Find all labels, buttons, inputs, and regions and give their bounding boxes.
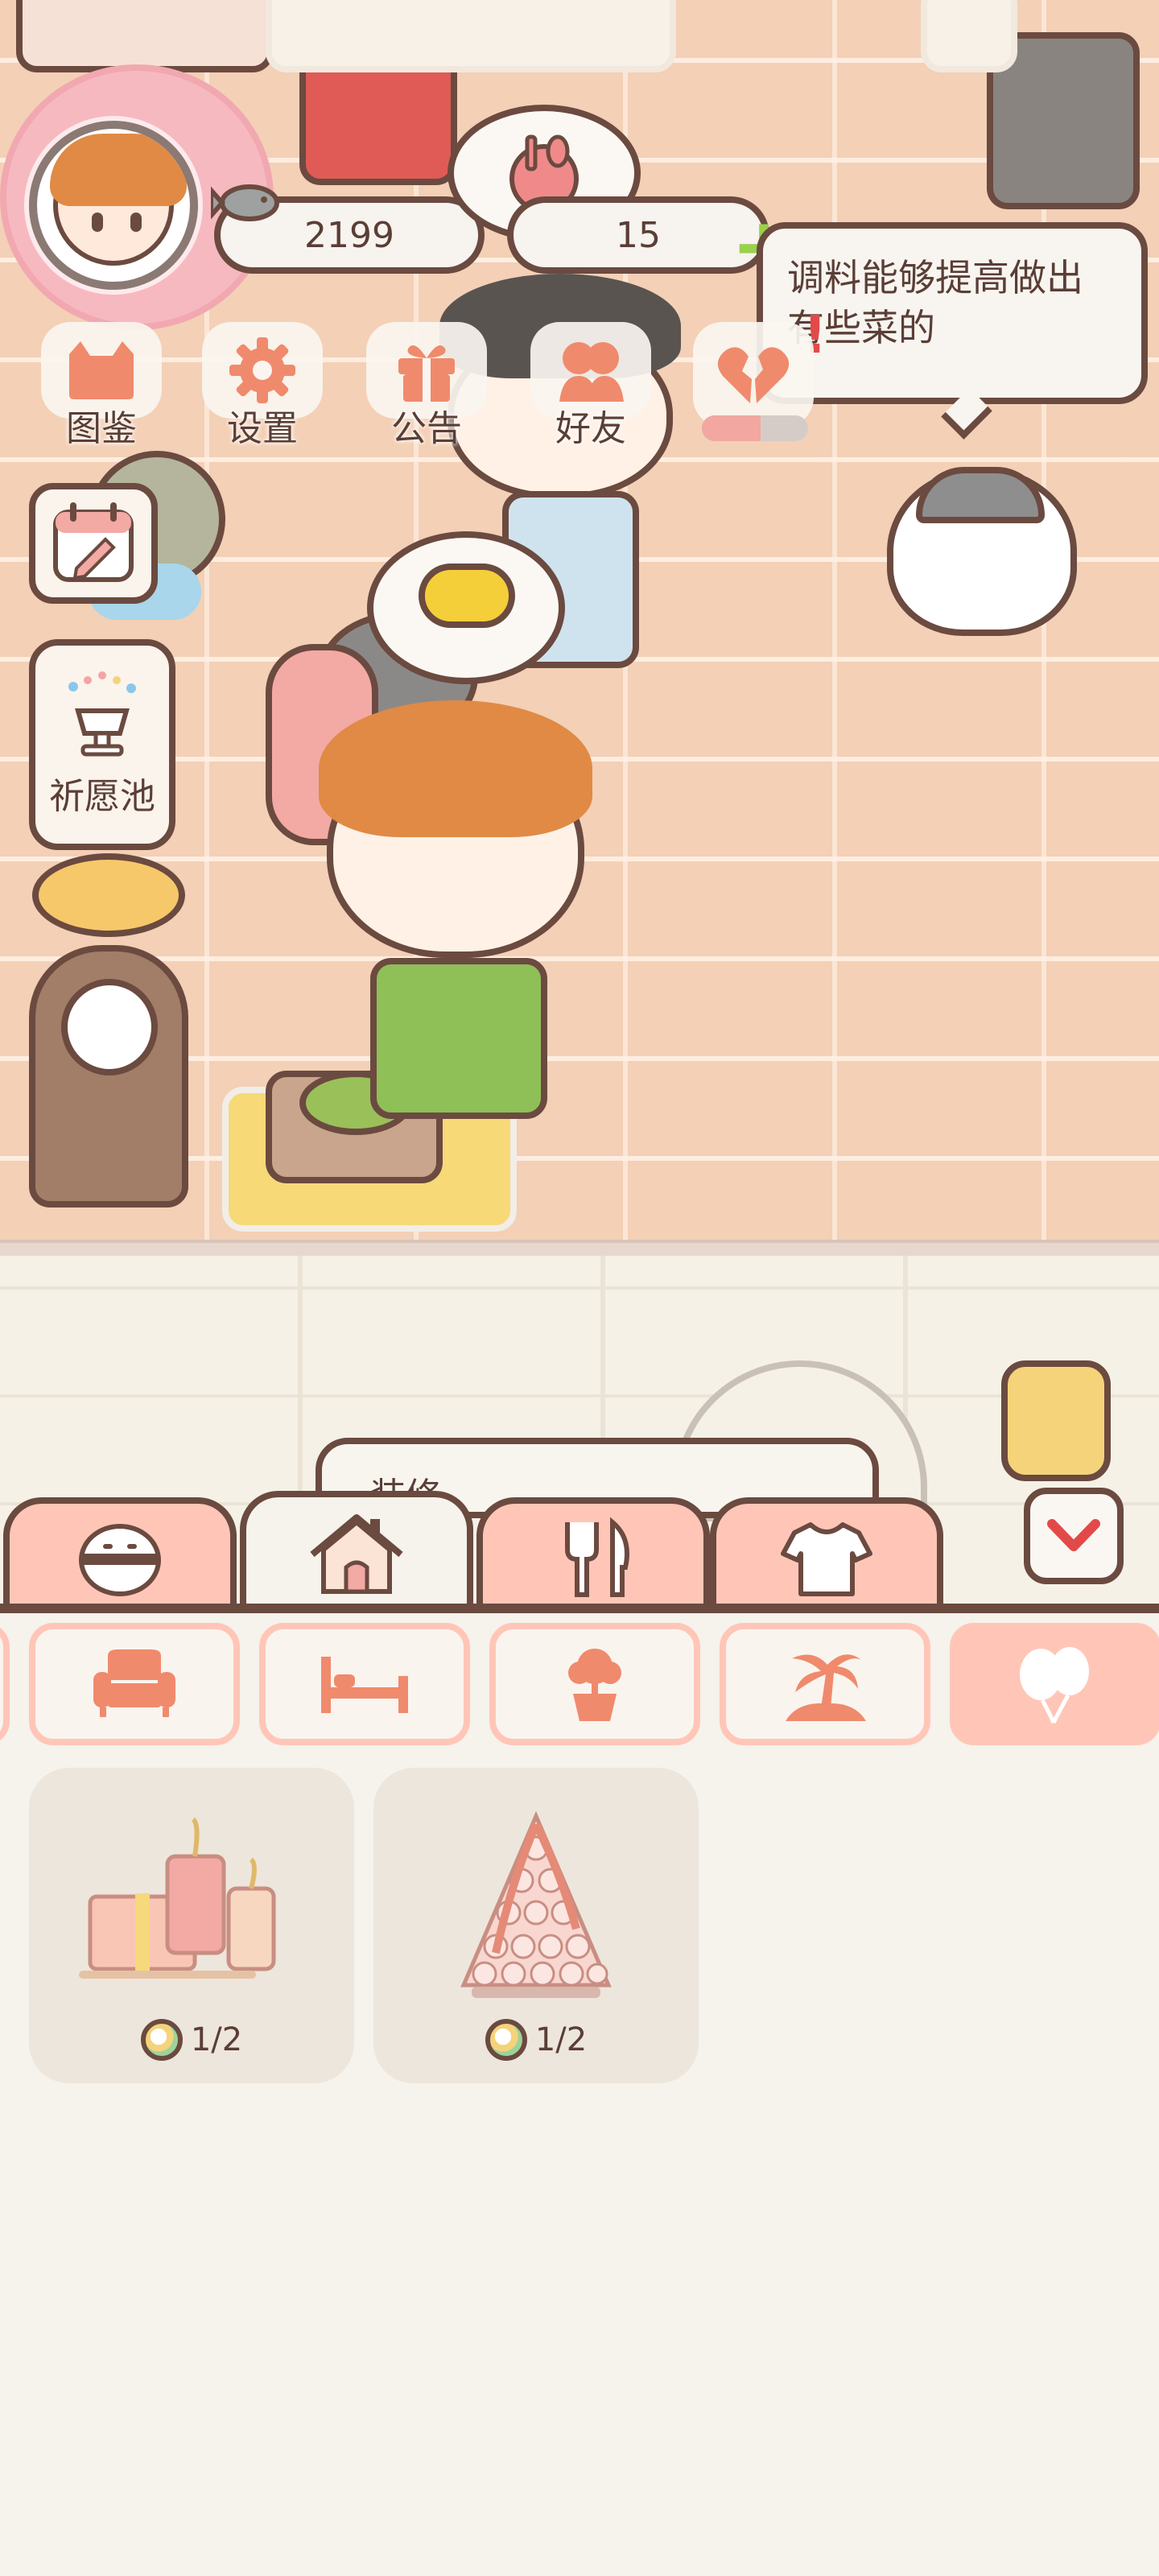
macaron-tower-image: [460, 1810, 612, 1998]
item-ownership: 1/2: [485, 2019, 587, 2061]
wall-shelf: [16, 0, 274, 72]
subcategory-row: [0, 1623, 1159, 1745]
rice-ball-icon: [79, 1524, 161, 1596]
subcat-plant[interactable]: [489, 1623, 700, 1745]
subcat-bed[interactable]: [259, 1623, 470, 1745]
window: [266, 0, 676, 72]
settings-button[interactable]: 设置: [190, 322, 335, 451]
collection-label: 图鉴: [66, 408, 137, 449]
white-cat-patch: [916, 467, 1045, 523]
avatar-hair: [50, 134, 187, 206]
friends-button[interactable]: 好友: [518, 322, 663, 451]
tab-food[interactable]: [3, 1497, 237, 1613]
order-food-icon: [419, 564, 515, 628]
bed-icon: [321, 1657, 408, 1713]
settings-label: 设置: [227, 408, 298, 449]
collection-button[interactable]: 图鉴: [29, 322, 174, 451]
wish-pool-button[interactable]: 祈愿池: [29, 639, 175, 850]
clock-face: [61, 979, 158, 1075]
palm-island-icon: [786, 1654, 866, 1721]
broken-heart-icon: [693, 322, 814, 427]
energy-bar-fill: [702, 415, 761, 441]
notes-button[interactable]: [29, 483, 158, 604]
announcement-label: 公告: [391, 408, 462, 449]
subcat-outdoor[interactable]: [720, 1623, 930, 1745]
collapse-panel-button[interactable]: [1024, 1488, 1124, 1584]
item-count-text: 1/2: [534, 2021, 588, 2058]
fountain-icon: [68, 671, 136, 757]
house-icon: [310, 1514, 403, 1594]
item-count-text: 1/2: [190, 2021, 243, 2058]
coin-value: 2199: [304, 214, 394, 256]
fork-knife-icon: [565, 1517, 629, 1597]
item-ownership: 1/2: [140, 2019, 243, 2061]
category-tabs: [0, 1491, 1159, 1613]
subcat-party[interactable]: [950, 1623, 1159, 1745]
flower-pot-icon: [568, 1649, 621, 1721]
shirt-icon: [781, 1522, 872, 1596]
egg-currency-icon: [485, 2019, 527, 2061]
window-right: [921, 0, 1017, 72]
wish-pool-label: 祈愿池: [49, 776, 155, 817]
pineapple-plate: [32, 853, 185, 937]
friends-label: 好友: [555, 408, 626, 449]
floor-edge: [0, 1240, 1159, 1256]
tab-divider: [0, 1604, 1159, 1613]
avatar-eye-left: [92, 213, 103, 232]
announcement-button[interactable]: 公告: [354, 322, 499, 451]
energy-bar: [702, 415, 808, 441]
customer-hair: [319, 700, 592, 837]
tab-clothing[interactable]: [710, 1497, 943, 1613]
wall-lantern: [1001, 1360, 1111, 1481]
heart-value: 15: [616, 214, 661, 256]
notepad-pencil-icon: [53, 502, 134, 582]
tab-tableware[interactable]: [476, 1497, 710, 1613]
gift-candles-image: [79, 1817, 276, 1979]
avatar-eye-right: [130, 213, 142, 232]
subcat-partial[interactable]: [0, 1623, 10, 1745]
item-card[interactable]: 1/2: [29, 1768, 354, 2083]
balloons-icon: [1020, 1647, 1089, 1724]
tip-text: 调料能够提高做出有些菜的: [787, 256, 1083, 349]
tab-decor[interactable]: [240, 1491, 473, 1613]
egg-currency-icon: [140, 2019, 183, 2061]
item-card[interactable]: 1/2: [373, 1768, 699, 2083]
sofa-icon: [93, 1649, 175, 1717]
chevron-down-icon: [1047, 1519, 1100, 1551]
subcat-sofa[interactable]: [29, 1623, 240, 1745]
customer-body: [370, 958, 547, 1119]
fish-icon: [208, 179, 288, 227]
player-avatar[interactable]: [29, 121, 198, 290]
avatar-face: [50, 134, 187, 266]
